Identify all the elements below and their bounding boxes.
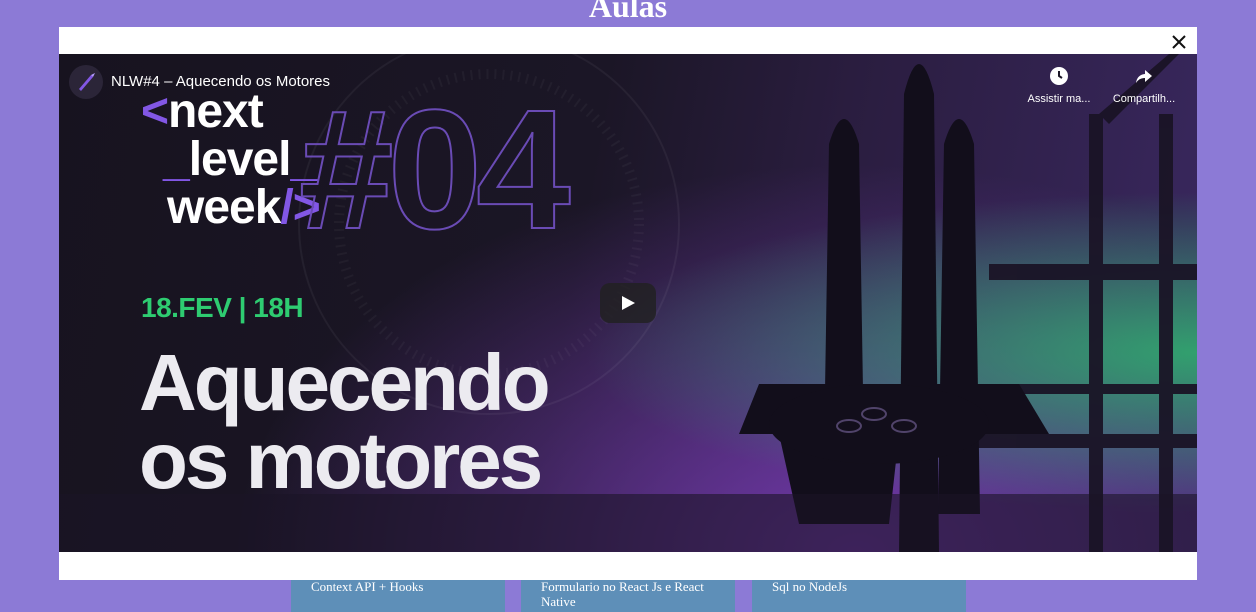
close-icon[interactable] — [1170, 33, 1188, 51]
share-label: Compartilh... — [1112, 93, 1176, 105]
share-icon — [1136, 70, 1152, 83]
video-modal: NLW#4 – Aquecendo os Motores Assistir ma… — [59, 27, 1197, 580]
clock-icon — [1050, 67, 1068, 85]
page-title: Aulas — [588, 0, 668, 24]
edition-number-text: #04 — [299, 82, 570, 242]
thumbnail-headline: Aquecendo os motores — [139, 338, 551, 505]
logo-underscore: _ — [163, 133, 190, 186]
logo-word-next: next — [168, 85, 264, 138]
play-button[interactable] — [600, 283, 656, 323]
play-icon — [622, 296, 635, 310]
headline-line-1: Aquecendo — [139, 338, 551, 427]
thumbnail-logo: <next _level_ week/> — [141, 85, 321, 234]
logo-word-level: level — [188, 133, 292, 186]
logo-bracket: < — [141, 85, 169, 138]
headline-line-2: os motores — [139, 416, 543, 505]
video-player[interactable]: NLW#4 – Aquecendo os Motores Assistir ma… — [59, 54, 1197, 552]
close-button[interactable] — [1170, 33, 1188, 51]
share-button[interactable]: Compartilh... — [1104, 66, 1184, 105]
channel-avatar[interactable] — [69, 65, 103, 99]
edition-number: #04 — [299, 82, 577, 242]
logo-word-week: week — [167, 181, 281, 234]
watch-later-button[interactable]: Assistir ma... — [1019, 66, 1099, 105]
event-date: 18.FEV | 18H — [141, 292, 304, 323]
watch-later-label: Assistir ma... — [1027, 93, 1091, 105]
rocket-icon — [79, 73, 95, 91]
